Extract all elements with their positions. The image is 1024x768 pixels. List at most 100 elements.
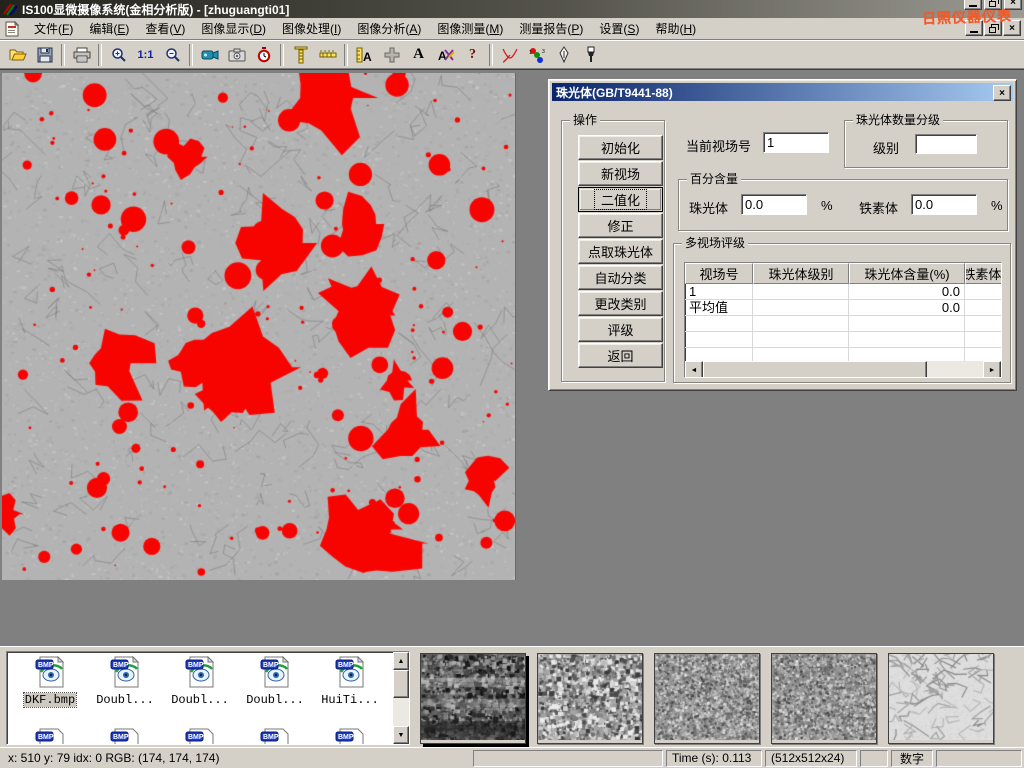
file-item[interactable]: BMP: [240, 728, 310, 745]
save-button[interactable]: [31, 42, 58, 68]
toolbar: 1:1: [0, 40, 1024, 69]
return-button[interactable]: 返回: [578, 343, 663, 368]
scroll-down-button[interactable]: ▼: [393, 726, 409, 744]
col-field-no[interactable]: 视场号: [685, 263, 753, 284]
pick-pearlite-button[interactable]: 点取珠光体: [578, 239, 663, 264]
measure-label-button[interactable]: A: [351, 42, 378, 68]
brush-tool-button[interactable]: [577, 42, 604, 68]
menu-settings[interactable]: 设置(S): [591, 18, 647, 39]
file-list[interactable]: BMP DKF.bmp BMP Doubl... BMP: [6, 651, 410, 745]
menu-image-display[interactable]: 图像显示(D): [193, 18, 274, 39]
dialog-title-bar[interactable]: 珠光体(GB/T9441-88) ×: [552, 83, 1013, 101]
toolbar-separator: [98, 44, 102, 66]
auto-classify-button[interactable]: 自动分类: [578, 265, 663, 290]
timer-button[interactable]: [250, 42, 277, 68]
file-list-scrollbar[interactable]: ▲ ▼: [393, 652, 409, 744]
document-icon: [4, 21, 20, 37]
camera-capture-button[interactable]: [223, 42, 250, 68]
file-item[interactable]: BMP: [90, 728, 160, 745]
file-item[interactable]: BMP Doubl...: [90, 656, 160, 707]
add-text-button[interactable]: A: [405, 42, 432, 68]
menu-file[interactable]: 文件(F): [26, 18, 81, 39]
col-pearlite-level[interactable]: 珠光体级别: [753, 263, 849, 284]
thumbnail-1[interactable]: [420, 653, 526, 744]
help-button[interactable]: ?: [459, 42, 486, 68]
col-pearlite-content[interactable]: 珠光体含量(%): [849, 263, 965, 284]
title-bar[interactable]: IS100显微摄像系统(金相分析版) - [zhuguangti01] ×: [0, 0, 1024, 18]
pen-tool-button[interactable]: [550, 42, 577, 68]
delete-annotation-button[interactable]: A: [432, 42, 459, 68]
thumbnail-3[interactable]: [654, 653, 760, 744]
thumbnail-canvas: [655, 654, 759, 740]
menu-image-measure[interactable]: 图像测量(M): [429, 18, 511, 39]
thumbnail-5[interactable]: [888, 653, 994, 744]
bmp-file-icon: BMP: [108, 728, 142, 745]
scrollbar-thumb[interactable]: [703, 361, 927, 378]
thumbnail-4[interactable]: [771, 653, 877, 744]
file-item[interactable]: BMP: [15, 728, 85, 745]
current-field-input[interactable]: [763, 132, 829, 153]
scroll-up-button[interactable]: ▲: [393, 652, 409, 670]
print-button[interactable]: [68, 42, 95, 68]
table-horizontal-scrollbar[interactable]: ◄ ►: [685, 361, 1001, 377]
stopwatch-icon: [256, 47, 272, 63]
scroll-right-button[interactable]: ►: [983, 361, 1001, 378]
pen-icon: [558, 46, 570, 63]
rate-button[interactable]: 评级: [578, 317, 663, 342]
svg-text:BMP: BMP: [263, 662, 279, 669]
col-ferrite-content[interactable]: 铁素体含量(%): [965, 263, 1002, 284]
open-file-button[interactable]: [4, 42, 31, 68]
micrograph-canvas[interactable]: [2, 73, 516, 580]
actual-size-icon: 1:1: [138, 49, 154, 61]
cell: 1: [685, 284, 753, 299]
zoom-out-button[interactable]: [159, 42, 186, 68]
move-button[interactable]: [378, 42, 405, 68]
scroll-left-button[interactable]: ◄: [685, 361, 703, 378]
spline-tool-button[interactable]: [496, 42, 523, 68]
menu-report[interactable]: 测量报告(P): [511, 18, 591, 39]
file-item[interactable]: BMP DKF.bmp: [15, 656, 85, 707]
file-item[interactable]: BMP: [315, 728, 385, 745]
cell: [685, 316, 753, 331]
scrollbar-track[interactable]: [927, 361, 983, 377]
file-item[interactable]: BMP HuiTi...: [315, 656, 385, 707]
image-size-status: (512x512x24): [765, 750, 857, 767]
table-row[interactable]: [685, 316, 1001, 332]
caliper-button[interactable]: [287, 42, 314, 68]
pearlite-percent-input[interactable]: [741, 194, 807, 215]
table-row[interactable]: 1 0.0: [685, 284, 1001, 300]
change-class-button[interactable]: 更改类别: [578, 291, 663, 316]
table-row[interactable]: 平均值 0.0: [685, 300, 1001, 316]
current-field-label: 当前视场号: [686, 136, 751, 155]
brush-icon: [585, 46, 597, 63]
zoom-in-button[interactable]: [105, 42, 132, 68]
menu-edit[interactable]: 编辑(E): [81, 18, 137, 39]
new-field-button[interactable]: 新视场: [578, 161, 663, 186]
workspace: 珠光体(GB/T9441-88) × 操作 初始化 新视场 二值化 修正 点取珠…: [0, 69, 1024, 646]
scrollbar-thumb[interactable]: [393, 670, 409, 698]
cursor-position-status: x: 510 y: 79 idx: 0 RGB: (174, 174, 174): [2, 750, 470, 767]
level-input[interactable]: [915, 134, 977, 154]
table-row[interactable]: [685, 332, 1001, 348]
file-item[interactable]: BMP: [165, 728, 235, 745]
file-item[interactable]: BMP Doubl...: [240, 656, 310, 707]
app-logo-icon: [2, 2, 18, 16]
menu-view[interactable]: 查看(V): [137, 18, 193, 39]
bmp-file-icon: BMP: [258, 728, 292, 745]
ruler-button[interactable]: [314, 42, 341, 68]
correct-button[interactable]: 修正: [578, 213, 663, 238]
actual-size-button[interactable]: 1:1: [132, 42, 159, 68]
bmp-file-icon: BMP: [33, 656, 67, 688]
initialize-button[interactable]: 初始化: [578, 135, 663, 160]
menu-help[interactable]: 帮助(H): [647, 18, 704, 39]
thumbnail-2[interactable]: [537, 653, 643, 744]
count-points-button[interactable]: 13: [523, 42, 550, 68]
video-capture-button[interactable]: [196, 42, 223, 68]
dialog-close-button[interactable]: ×: [993, 85, 1011, 101]
file-item[interactable]: BMP Doubl...: [165, 656, 235, 707]
button-label: 新视场: [601, 164, 640, 183]
ferrite-percent-input[interactable]: [911, 194, 977, 215]
binarize-button[interactable]: 二值化: [578, 187, 663, 212]
menu-image-analysis[interactable]: 图像分析(A): [349, 18, 429, 39]
menu-image-processing[interactable]: 图像处理(I): [274, 18, 349, 39]
